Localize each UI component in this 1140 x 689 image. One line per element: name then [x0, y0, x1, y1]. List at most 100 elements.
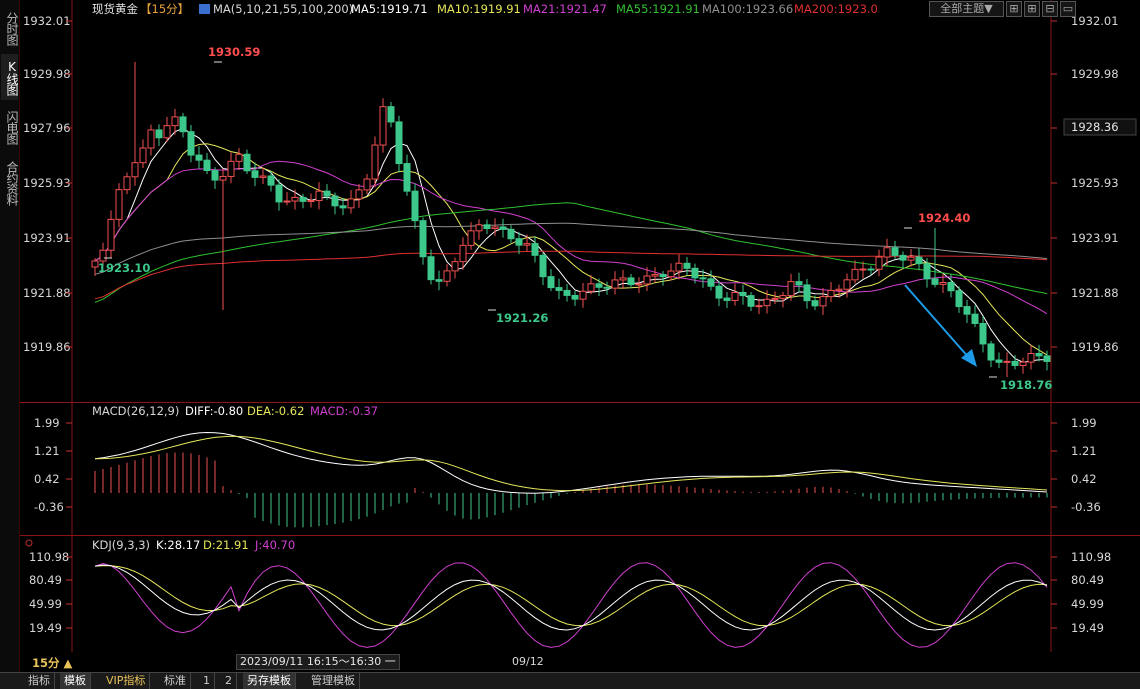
price-tick-right: 1925.93 [1071, 176, 1119, 190]
candle-body [115, 189, 123, 220]
tab-indicators[interactable]: 指标 [24, 673, 55, 689]
candle-body [955, 290, 963, 308]
candle-body [459, 244, 467, 263]
candle-body [467, 230, 475, 246]
candle-body [907, 256, 915, 261]
tab-kline[interactable]: K线图 [1, 54, 19, 100]
candle-body [827, 289, 835, 298]
candle-body [291, 196, 299, 202]
candle-body [379, 106, 387, 146]
ma100-value: MA100:1923.66 [702, 2, 793, 16]
bottom-toolbar: 指标 模板 VIP指标 标准 1 2 另存模板 管理模板 [0, 672, 1140, 689]
macd-tick-left: -0.36 [34, 500, 64, 514]
tab-templates[interactable]: 模板 [60, 673, 91, 689]
kline-chart[interactable]: 现货黄金 【15分】 MA(5,10,21,55,100,200) MA5:19… [20, 0, 1140, 652]
candle-body [851, 268, 859, 281]
ma10-line [94, 143, 1048, 356]
ma5-line [94, 127, 1047, 363]
candle-body [195, 154, 203, 161]
candle-body [347, 198, 355, 209]
ma5-value: MA5:1919.71 [351, 2, 428, 16]
kdj-j-line [94, 562, 1048, 648]
kdj-lines [94, 562, 1048, 648]
kdj-tick-left: 80.49 [29, 573, 62, 587]
period-selector[interactable]: 15分 ▲ [32, 655, 72, 671]
candle-body [555, 287, 563, 291]
candle-body [363, 178, 371, 191]
kdj-tick-left: 19.49 [29, 621, 62, 635]
save-template-button[interactable]: 另存模板 [243, 673, 296, 689]
macd-title: MACD(26,12,9) [92, 404, 179, 418]
zoom-out-button[interactable]: ⊟ [1042, 1, 1058, 17]
candle-body [931, 278, 939, 285]
tab-timeshare[interactable]: 分时图 [1, 6, 19, 50]
annotation-label: 1921.26 [496, 311, 548, 325]
ma-settings-icon[interactable] [199, 4, 210, 14]
ma55-line [94, 202, 1048, 303]
moving-average-lines [94, 127, 1048, 363]
tab-flash-chart[interactable]: 闪电图 [1, 104, 19, 150]
price-tick-right: 1919.86 [1071, 340, 1119, 354]
macd-axis: 1.99 1.99 1.21 1.21 0.42 0.42 -0.36 -0.36 [34, 416, 1101, 514]
candle-body [995, 359, 1003, 363]
kdj-tick-left: 49.99 [29, 597, 62, 611]
tab-vip-indicators[interactable]: VIP指标 [102, 673, 151, 689]
current-price-label: 1928.36 [1071, 120, 1119, 134]
candle-body [251, 170, 259, 178]
candle-body [547, 276, 555, 289]
candle-body [915, 256, 923, 265]
candle-body [1035, 352, 1043, 357]
kdj-settings-icon[interactable] [25, 539, 33, 547]
price-tick-left: 1921.88 [23, 286, 71, 300]
candle-body [267, 175, 275, 186]
candle-body [299, 196, 307, 202]
tab-template-2[interactable]: 2 [221, 673, 237, 689]
candle-body [595, 283, 603, 288]
candle-body [939, 281, 947, 285]
price-axis-right: 1932.011929.981927.961925.931923.911921.… [1051, 14, 1119, 354]
price-tick-left: 1932.01 [23, 14, 71, 28]
candle-body [1019, 361, 1027, 366]
candle-body [507, 228, 515, 240]
tab-template-1[interactable]: 1 [199, 673, 215, 689]
candle-body [899, 254, 907, 261]
candle-body [211, 170, 219, 181]
candle-body [771, 297, 779, 300]
candle-body [603, 286, 611, 289]
candle-body [859, 268, 867, 271]
kdj-axis: 110.98 110.98 80.49 80.49 49.99 49.99 19.49 19.… [29, 550, 1111, 635]
candle-body [163, 125, 171, 139]
candle-body [971, 313, 979, 324]
candle-body [987, 343, 995, 361]
candle-body [323, 190, 331, 197]
macd-tick-right: 0.42 [1071, 472, 1097, 486]
window-button[interactable]: ▭ [1060, 1, 1076, 17]
candle-body [651, 273, 659, 277]
candle-body [147, 129, 155, 149]
candle-body [307, 200, 315, 203]
candle-body [403, 163, 411, 192]
candle-body [171, 116, 179, 127]
manage-templates-button[interactable]: 管理模板 [307, 673, 360, 689]
theme-dropdown[interactable]: 全部主题▼ [929, 1, 1004, 17]
zoom-in-button[interactable]: ⊞ [1024, 1, 1040, 17]
candle-body [339, 205, 347, 209]
candle-body [819, 296, 827, 307]
candle-body [715, 285, 723, 299]
tab-contract-info[interactable]: 合约资料 [1, 154, 19, 212]
crosshair-button[interactable]: ⊞ [1006, 1, 1022, 17]
candle-body [155, 129, 163, 139]
kdj-title: KDJ(9,3,3) [92, 538, 150, 552]
candle-body [627, 277, 635, 286]
candle-body [187, 131, 195, 156]
candle-body [275, 184, 283, 203]
ma55-value: MA55:1921.91 [616, 2, 700, 16]
price-tick-left: 1927.96 [23, 121, 71, 135]
candle-body [659, 273, 667, 278]
tab-standard[interactable]: 标准 [160, 673, 191, 689]
trend-arrow [904, 284, 977, 367]
kdj-k-line [94, 564, 1048, 631]
candle-body [683, 262, 691, 269]
candle-body [1003, 360, 1011, 363]
candle-body [611, 279, 619, 289]
